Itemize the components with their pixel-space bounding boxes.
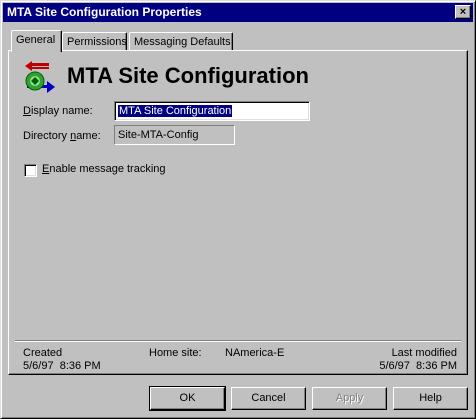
home-site-label: Home site: <box>149 347 202 359</box>
tab-general-label: General <box>16 34 56 46</box>
mta-site-icon <box>25 61 55 93</box>
last-modified-value: 5/6/97 8:36 PM <box>379 360 457 372</box>
close-icon[interactable]: × <box>455 5 471 19</box>
directory-name-field: Site-MTA-Config <box>114 125 235 145</box>
window-title: MTA Site Configuration Properties <box>7 5 202 19</box>
display-name-label: Display name: <box>23 105 93 117</box>
help-button[interactable]: Help <box>393 387 468 410</box>
cancel-button[interactable]: Cancel <box>231 387 306 410</box>
footer-divider <box>15 340 461 342</box>
help-button-label: Help <box>419 392 442 404</box>
general-tab-panel <box>8 50 468 375</box>
enable-tracking-label[interactable]: Enable message tracking <box>42 163 166 175</box>
tab-messaging-defaults-label: Messaging Defaults <box>134 36 231 48</box>
home-site-value: NAmerica-E <box>225 347 285 359</box>
created-label: Created <box>23 347 63 359</box>
page-title: MTA Site Configuration <box>67 63 309 88</box>
directory-name-label: Directory name: <box>23 130 101 142</box>
cancel-button-label: Cancel <box>251 392 286 404</box>
title-bar[interactable]: MTA Site Configuration Properties × <box>3 3 473 22</box>
tab-general[interactable]: General <box>11 30 62 52</box>
last-modified-label: Last modified <box>391 347 457 359</box>
enable-tracking-checkbox[interactable] <box>24 164 37 177</box>
created-value: 5/6/97 8:36 PM <box>23 360 101 372</box>
display-name-field[interactable]: MTA Site Configuration <box>114 101 310 121</box>
tab-permissions[interactable]: Permissions <box>62 32 127 52</box>
apply-button-label: Apply <box>335 392 364 404</box>
ok-button-label: OK <box>179 392 196 404</box>
tab-messaging-defaults[interactable]: Messaging Defaults <box>129 32 233 52</box>
tab-permissions-label: Permissions <box>67 36 127 48</box>
ok-button[interactable]: OK <box>149 386 226 411</box>
display-name-value: MTA Site Configuration <box>118 105 233 117</box>
properties-dialog: MTA Site Configuration Properties × Gene… <box>0 0 476 419</box>
apply-button[interactable]: Apply <box>312 387 387 410</box>
